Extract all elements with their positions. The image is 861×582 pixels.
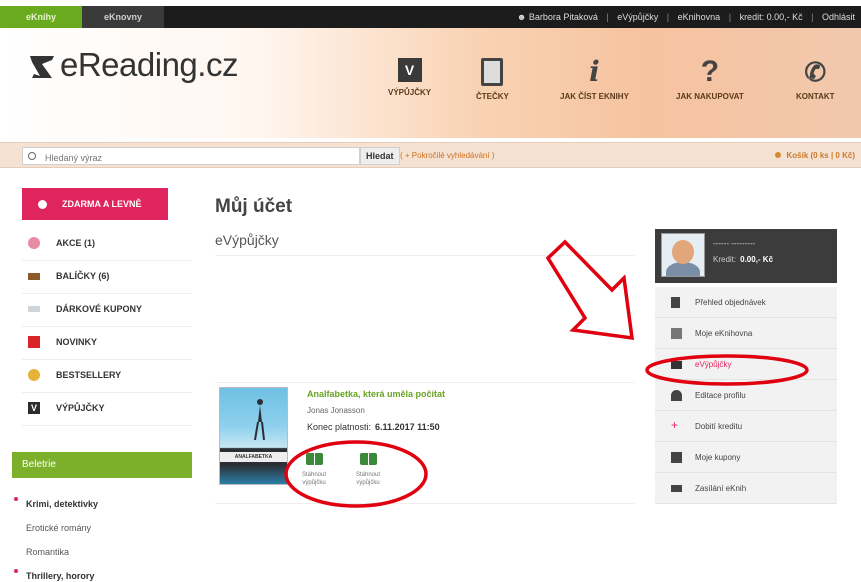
v-icon: V [28, 402, 40, 414]
user-edit-icon [671, 390, 682, 401]
user-icon: ☻ [516, 12, 529, 22]
nav-jak-cist[interactable]: i JAK ČÍST EKNIHY [560, 55, 629, 102]
account-item-objednavky[interactable]: Přehled objednávek [655, 287, 837, 318]
credit-link[interactable]: kredit: 0.00,- Kč [740, 12, 803, 22]
cover-title: ANALFABETKA [220, 452, 287, 462]
annotation-arrow [545, 239, 635, 341]
sidebar-item-bestsellery[interactable]: BESTSELLERY [22, 360, 192, 393]
account-item-zasilani[interactable]: Zasílání eKnih [655, 473, 837, 504]
question-icon: ? [700, 55, 720, 88]
sidebar-menu: AKCE (1) BALÍČKY (6) DÁRKOVÉ KUPONY NOVI… [22, 228, 192, 426]
sidebar-item-balicky[interactable]: BALÍČKY (6) [22, 261, 192, 294]
phone-icon: ✆ [804, 57, 827, 87]
cart-icon [774, 152, 781, 158]
download-book-icon [359, 453, 377, 465]
sale-icon [28, 237, 40, 249]
sidebar-item-vypujcky[interactable]: V VÝPŮJČKY [22, 393, 192, 426]
sidebar-item-novinky[interactable]: NOVINKY [22, 327, 192, 360]
subcat-romantika[interactable]: Romantika [26, 540, 98, 564]
avatar[interactable] [661, 233, 705, 277]
account-credit: Kredit: 0.00,- Kč [713, 255, 774, 264]
cart-link[interactable]: Košík (0 ks | 0 Kč) [774, 151, 855, 160]
book-validity: Konec platnosti: 6.11.2017 11:50 [307, 422, 440, 432]
account-menu: Přehled objednávek Moje eKnihovna eVýpůj… [655, 287, 837, 504]
cover-figure-icon [254, 399, 265, 441]
tab-eknovny[interactable]: eKnovny [82, 6, 164, 28]
sidebar-item-kupony[interactable]: DÁRKOVÉ KUPONY [22, 294, 192, 327]
eknihovna-link[interactable]: eKnihovna [678, 12, 721, 22]
sidebar-item-akce[interactable]: AKCE (1) [22, 228, 192, 261]
divider [215, 382, 635, 383]
account-item-evypujcky[interactable]: eVýpůjčky [655, 349, 837, 380]
nav-kontakt[interactable]: ✆ KONTAKT [796, 58, 835, 101]
search-icon [28, 152, 36, 160]
document-icon [671, 297, 680, 308]
package-icon [28, 273, 40, 280]
nav-jak-nakupovat[interactable]: ? JAK NAKUPOVAT [676, 55, 744, 102]
account-item-eknihovna[interactable]: Moje eKnihovna [655, 318, 837, 349]
advanced-search-link[interactable]: ( + Pokročilé vyhledávání ) [400, 151, 495, 160]
subcategory-list: Krimi, detektivky Erotické romány Romant… [14, 492, 98, 582]
subcat-thrillery[interactable]: Thrillery, horory [14, 564, 98, 582]
category-beletrie[interactable]: Beletrie [12, 452, 192, 478]
new-icon [28, 336, 40, 348]
book-icon [671, 361, 682, 369]
plus-icon: + [671, 418, 679, 432]
send-icon [671, 485, 682, 492]
divider [215, 255, 635, 256]
divider [215, 503, 635, 504]
nav-vypujcky[interactable]: V VÝPŮJČKY [388, 58, 431, 97]
search-row: Hledat ( + Pokročilé vyhledávání ) Košík… [0, 142, 861, 168]
v-icon: V [397, 58, 422, 82]
tab-eknihy[interactable]: eKnihy [0, 6, 82, 28]
search-button[interactable]: Hledat [360, 147, 400, 165]
top-bar: eKnihy eKnovny ☻ Barbora Pitaková | eVýp… [0, 6, 861, 28]
account-box: ------ --------- Kredit: 0.00,- Kč [655, 229, 837, 283]
site-logo[interactable]: eReading.cz [60, 46, 238, 84]
subcat-eroticke[interactable]: Erotické romány [26, 516, 98, 540]
nav-ctecky[interactable]: ČTEČKY [476, 58, 509, 101]
logo-icon [30, 56, 54, 78]
page-title: Můj účet [215, 196, 293, 217]
gift-icon [671, 452, 682, 463]
user-name-link[interactable]: Barbora Pitaková [529, 12, 598, 22]
section-title: eVýpůjčky [215, 232, 279, 248]
download-book-icon [305, 453, 323, 465]
library-icon [671, 328, 682, 339]
download-button-1[interactable]: Stáhnout výpůjčku [296, 453, 332, 487]
book-cover[interactable]: ANALFABETKA [219, 387, 288, 485]
account-item-profil[interactable]: Editace profilu [655, 380, 837, 411]
logout-link[interactable]: Odhlásit [822, 12, 855, 22]
book-title-link[interactable]: Analfabetka, která uměla počítat [307, 389, 445, 399]
account-item-kredit[interactable]: + Dobití kreditu [655, 411, 837, 442]
medal-icon [28, 369, 40, 381]
subcat-krimi[interactable]: Krimi, detektivky [14, 492, 98, 516]
free-cheap-button[interactable]: ZDARMA A LEVNĚ [22, 188, 168, 220]
account-name: ------ --------- [713, 239, 756, 248]
account-item-kupony[interactable]: Moje kupony [655, 442, 837, 473]
user-bar: ☻ Barbora Pitaková | eVýpůjčky | eKnihov… [516, 12, 855, 22]
tag-icon [38, 200, 47, 209]
evypujcky-link[interactable]: eVýpůjčky [617, 12, 658, 22]
coupon-icon [28, 306, 40, 312]
download-button-2[interactable]: Stáhnout výpůjčku [350, 453, 386, 487]
search-input[interactable] [22, 147, 360, 165]
info-icon: i [589, 55, 600, 88]
book-author: Jonas Jonasson [307, 406, 365, 415]
ereader-icon [481, 58, 504, 86]
